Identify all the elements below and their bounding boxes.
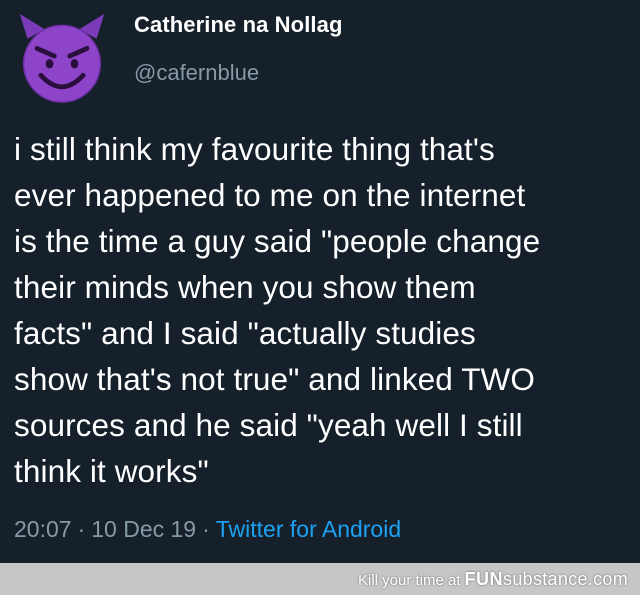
author-handle[interactable]: @cafernblue (134, 60, 259, 86)
tweet-screenshot: Catherine na Nollag @cafernblue i still … (0, 0, 640, 595)
tweet-time[interactable]: 20:07 (14, 516, 72, 543)
watermark-brand-fun: FUN (464, 569, 504, 589)
watermark: Kill your time at FUN substance.com (358, 569, 628, 590)
watermark-bar: Kill your time at FUN substance.com (0, 563, 640, 595)
watermark-prefix: Kill your time at (357, 572, 461, 589)
meta-separator: · (77, 516, 86, 542)
tweet-source-link[interactable]: Twitter for Android (216, 516, 401, 543)
author-name[interactable]: Catherine na Nollag (134, 12, 343, 38)
meta-separator: · (202, 516, 210, 542)
smiling-face-with-horns-icon[interactable] (14, 10, 110, 106)
tweet-date[interactable]: 10 Dec 19 (91, 516, 196, 543)
watermark-brand-sub: substance.com (503, 569, 628, 589)
tweet-meta: 20:07 · 10 Dec 19 · Twitter for Android (14, 516, 401, 543)
tweet-text: i still think my favourite thing that's … (14, 131, 541, 489)
